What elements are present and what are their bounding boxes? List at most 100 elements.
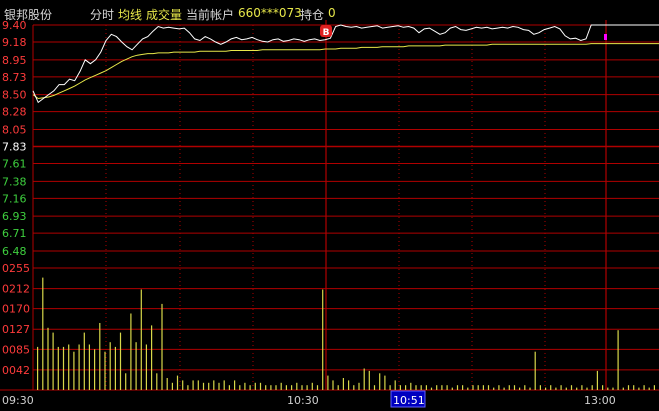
volume-bar bbox=[529, 387, 531, 390]
volume-tick-label: 0042 bbox=[2, 364, 30, 377]
volume-bar bbox=[83, 332, 85, 390]
volume-bar bbox=[291, 385, 293, 390]
time-label: 10:30 bbox=[287, 394, 319, 407]
price-tick-label: 7.61 bbox=[2, 158, 27, 171]
position-label: 持仓 bbox=[300, 8, 325, 22]
volume-bar bbox=[306, 385, 308, 390]
price-tick-label: 6.93 bbox=[2, 210, 27, 223]
volume-bar bbox=[633, 385, 635, 390]
volume-bar bbox=[140, 289, 142, 390]
volume-bar bbox=[617, 330, 619, 390]
volume-bar bbox=[301, 385, 303, 390]
price-tick-label: 9.18 bbox=[2, 36, 27, 49]
marker-tick bbox=[604, 34, 607, 40]
position-value: 0 bbox=[328, 6, 336, 20]
volume-bar bbox=[348, 380, 350, 390]
volume-bar bbox=[130, 313, 132, 390]
volume-bar bbox=[602, 385, 604, 390]
volume-bar bbox=[316, 385, 319, 390]
volume-bar bbox=[607, 387, 609, 390]
volume-bar bbox=[534, 351, 536, 390]
volume-bar bbox=[47, 327, 49, 390]
volume-bar bbox=[539, 385, 541, 390]
volume-bar bbox=[342, 378, 344, 390]
volume-bar bbox=[555, 387, 557, 390]
volume-bar bbox=[456, 385, 459, 390]
volume-bar bbox=[363, 368, 365, 390]
volume-tick-label: 0255 bbox=[2, 262, 30, 275]
volume-bar bbox=[576, 387, 578, 390]
volume-bar bbox=[389, 385, 391, 390]
volume-bar bbox=[405, 385, 407, 390]
volume-bar bbox=[441, 385, 443, 390]
volume-bar bbox=[145, 344, 147, 390]
volume-bar bbox=[73, 351, 75, 390]
time-cursor-label: 10:51 bbox=[393, 394, 425, 407]
volume-bar bbox=[519, 387, 521, 390]
volume-bar bbox=[228, 385, 230, 390]
volume-bar bbox=[109, 342, 111, 390]
volume-bar bbox=[166, 378, 168, 390]
price-tick-label: 6.48 bbox=[2, 245, 27, 258]
volume-bar bbox=[513, 385, 516, 390]
volume-bar bbox=[560, 385, 562, 390]
volume-bar bbox=[399, 385, 401, 390]
buy-marker-label: B bbox=[323, 28, 330, 38]
volume-tick-label: 0212 bbox=[2, 283, 30, 296]
volume-tick-label: 0170 bbox=[2, 303, 30, 316]
volume-bar bbox=[322, 289, 324, 390]
volume-legend[interactable]: 成交量 bbox=[146, 6, 182, 23]
volume-bar bbox=[648, 387, 650, 390]
volume-bar bbox=[135, 342, 137, 390]
price-tick-label: 8.50 bbox=[2, 89, 27, 102]
volume-bar bbox=[581, 385, 583, 390]
volume-bar bbox=[62, 346, 65, 390]
volume-bar bbox=[182, 380, 184, 390]
volume-bar bbox=[119, 332, 122, 390]
price-tick-label: 8.95 bbox=[2, 54, 27, 67]
volume-bar bbox=[493, 387, 495, 390]
volume-bar bbox=[161, 303, 163, 390]
intraday-chart[interactable]: 9.409.188.958.738.508.288.057.837.617.38… bbox=[0, 0, 659, 411]
volume-bar bbox=[373, 385, 376, 390]
volume-bar bbox=[104, 351, 106, 390]
volume-bar bbox=[259, 382, 262, 390]
volume-bar bbox=[249, 385, 251, 390]
volume-bar bbox=[239, 385, 241, 390]
volume-bar bbox=[223, 380, 225, 390]
volume-bar bbox=[384, 375, 386, 390]
account-number: 660***073 bbox=[238, 6, 302, 20]
volume-bar bbox=[68, 344, 70, 390]
volume-bar bbox=[446, 385, 448, 390]
volume-bar bbox=[218, 382, 220, 390]
volume-bar bbox=[327, 375, 329, 390]
volume-bar bbox=[477, 385, 479, 390]
volume-bar bbox=[114, 346, 116, 390]
avg-line-legend[interactable]: 均线 bbox=[118, 6, 142, 23]
volume-bar bbox=[171, 382, 173, 390]
volume-bar bbox=[627, 385, 630, 390]
volume-bar bbox=[42, 277, 44, 390]
volume-bar bbox=[176, 375, 179, 390]
volume-bar bbox=[208, 382, 210, 390]
volume-bar bbox=[462, 385, 464, 390]
volume-bar bbox=[591, 385, 593, 390]
volume-bar bbox=[244, 382, 246, 390]
volume-bar bbox=[234, 380, 236, 390]
volume-bar bbox=[508, 385, 510, 390]
volume-bar bbox=[472, 385, 474, 390]
price-tick-label: 7.16 bbox=[2, 192, 27, 205]
volume-bar bbox=[88, 344, 90, 390]
volume-bar bbox=[254, 382, 256, 390]
volume-bar bbox=[213, 380, 215, 390]
volume-bar bbox=[57, 346, 59, 390]
volume-bar bbox=[151, 325, 153, 390]
mode-label[interactable]: 分时 bbox=[90, 6, 114, 23]
volume-bar bbox=[570, 385, 573, 390]
volume-bar bbox=[37, 346, 39, 390]
volume-tick-label: 0085 bbox=[2, 343, 30, 356]
volume-bar bbox=[612, 387, 614, 390]
time-label: 09:30 bbox=[2, 394, 34, 407]
volume-bar bbox=[467, 387, 469, 390]
price-tick-label: 8.28 bbox=[2, 106, 27, 119]
